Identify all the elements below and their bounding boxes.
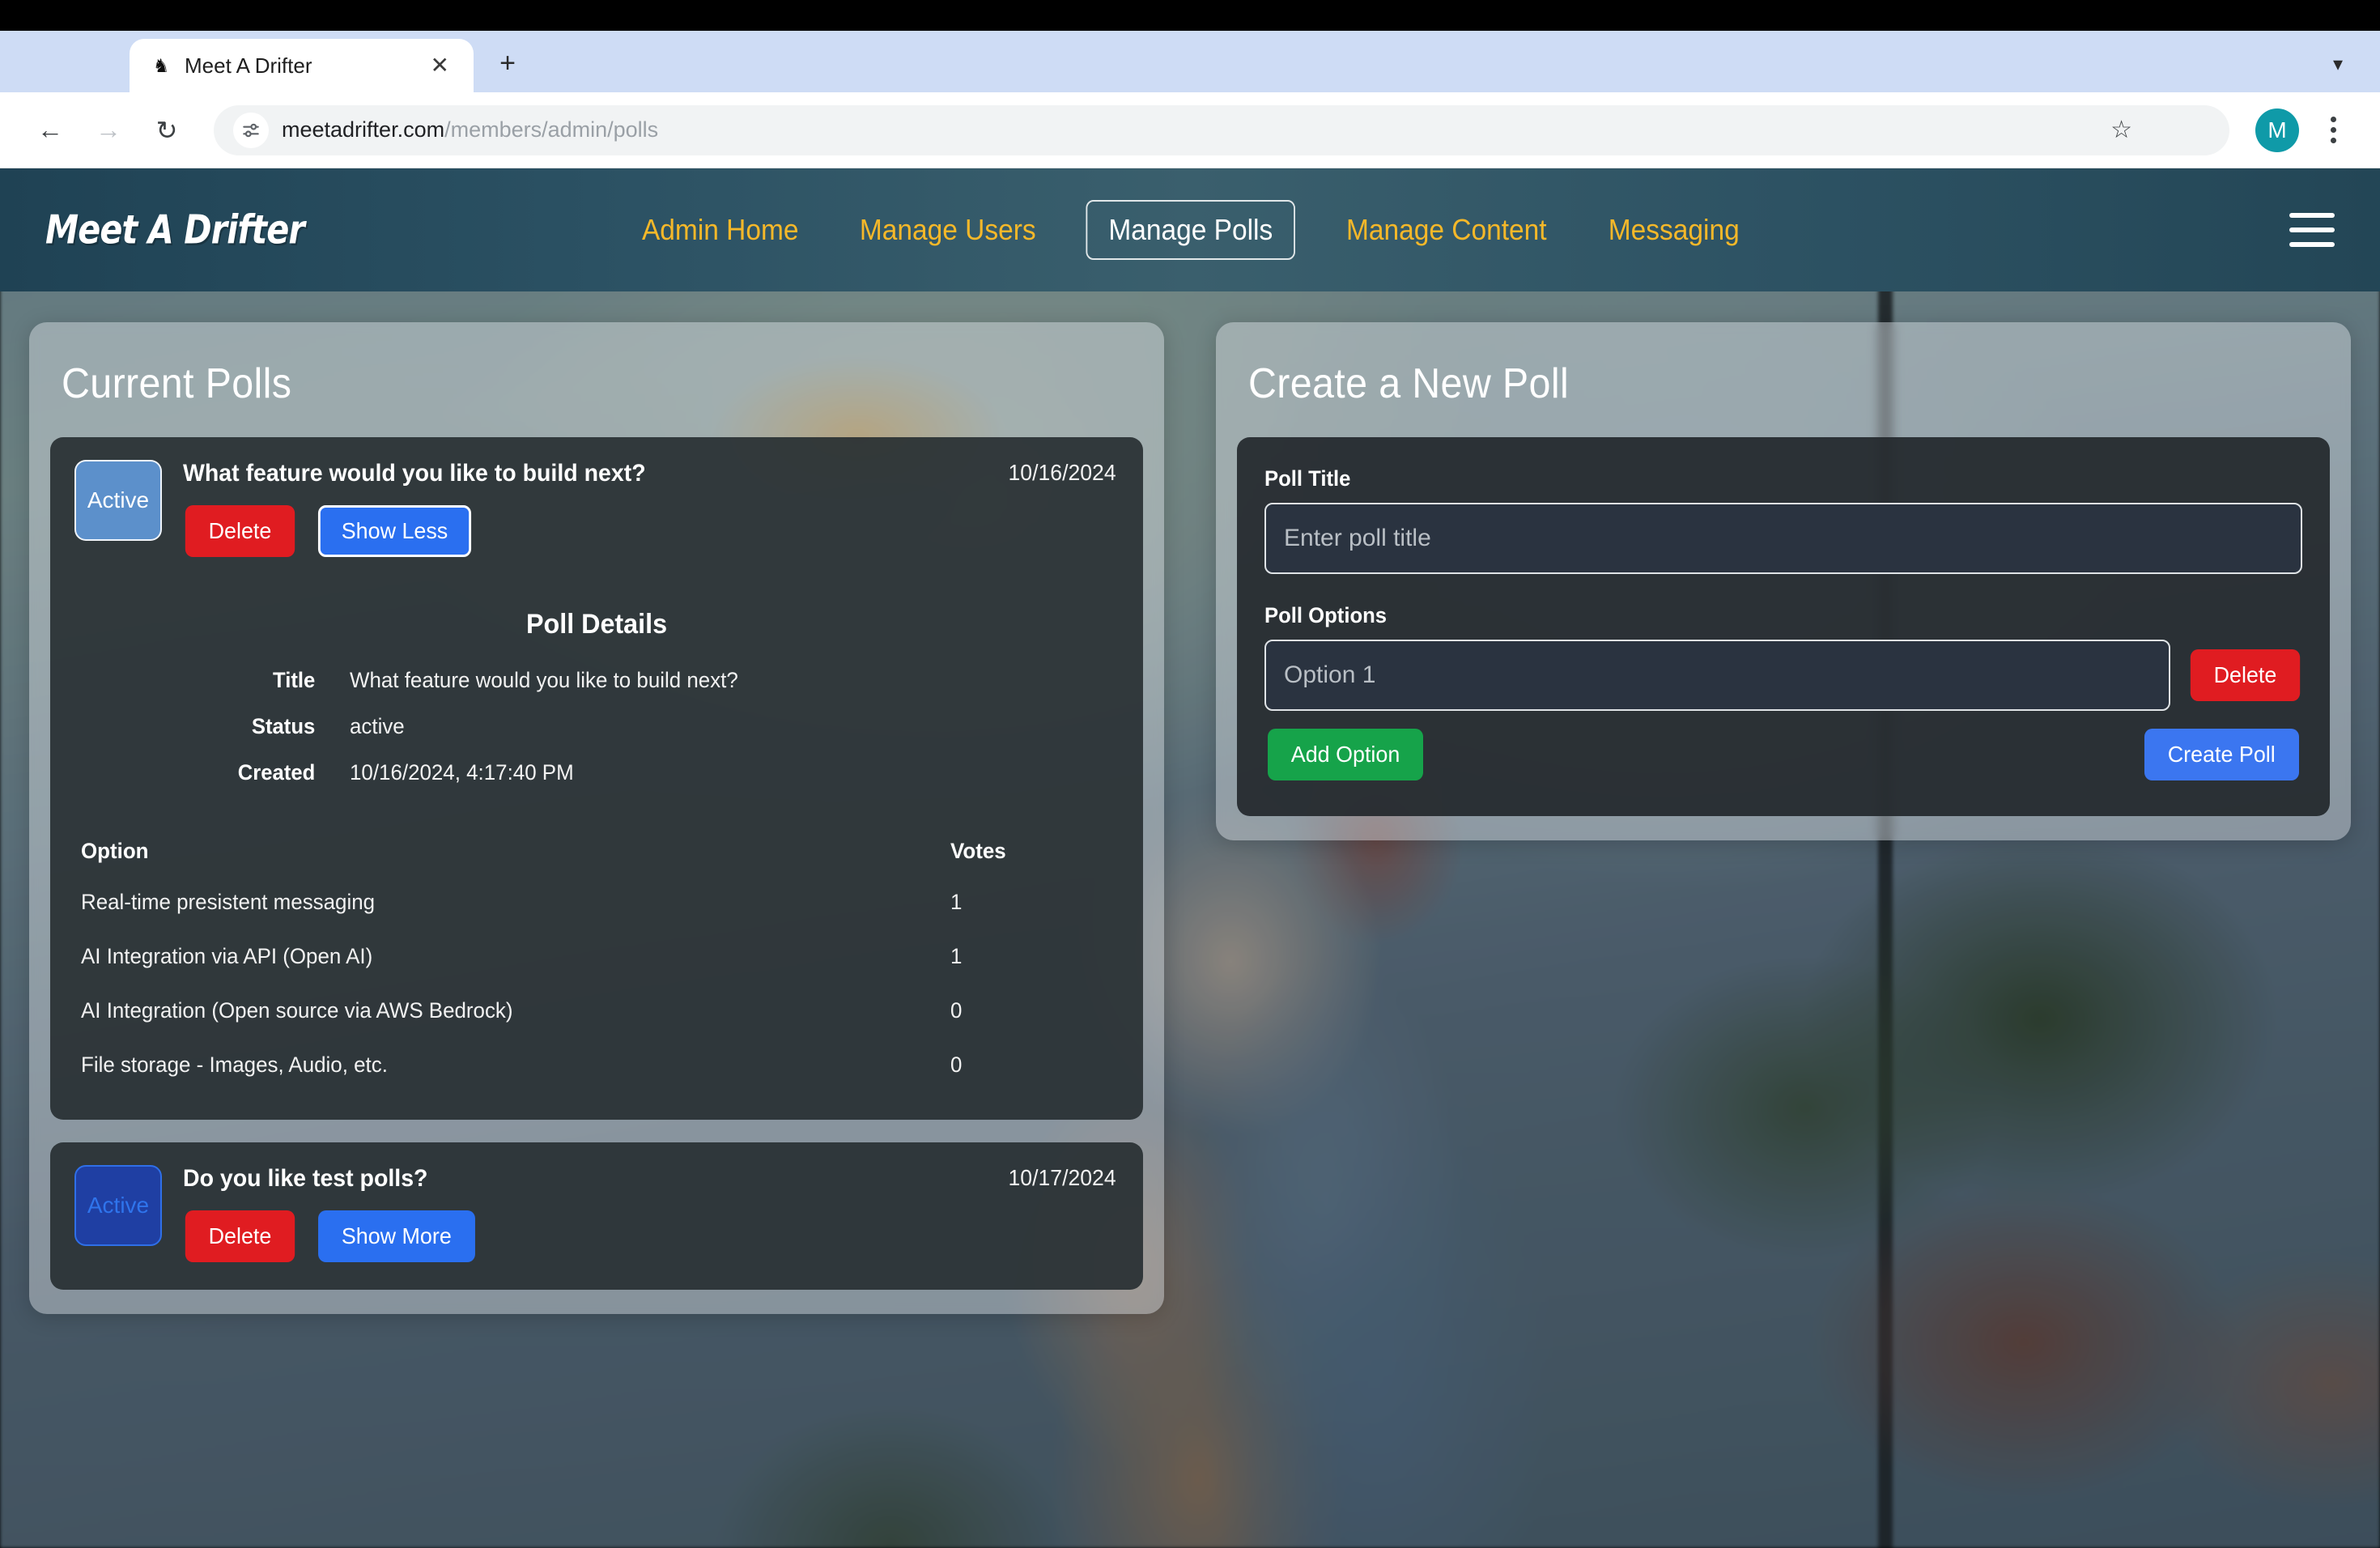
detail-label-created: Created <box>237 760 316 785</box>
poll-header-main: Do you like test polls? 10/17/2024 Delet… <box>183 1165 1119 1262</box>
kebab-menu-icon[interactable] <box>2310 105 2356 155</box>
forward-arrow-icon[interactable]: → <box>83 104 134 156</box>
poll-date: 10/16/2024 <box>1008 460 1116 485</box>
column-header-votes: Votes <box>950 839 1006 863</box>
table-row: Real-time presistent messaging 1 <box>74 875 1119 929</box>
poll-date: 10/17/2024 <box>1008 1165 1116 1190</box>
browser-omnibar: ← → ↻ meetadrifter.com/members/admin/pol… <box>0 92 2380 168</box>
current-polls-panel: Current Polls Active What feature would … <box>29 322 1164 1314</box>
table-row: File storage - Images, Audio, etc. 0 <box>74 1038 1119 1092</box>
create-poll-title: Create a New Poll <box>1248 360 1570 407</box>
chevron-down-icon[interactable]: ▾ <box>2317 44 2359 84</box>
detail-value-status: active <box>350 714 405 738</box>
os-title-bar <box>0 0 2380 31</box>
status-badge[interactable]: Active <box>74 460 162 541</box>
poll-question: Do you like test polls? <box>183 1165 428 1192</box>
tab-title: Meet A Drifter <box>185 53 312 78</box>
poll-title-row: What feature would you like to build nex… <box>183 460 1119 487</box>
brand-logo[interactable]: Meet A Drifter <box>45 206 305 253</box>
create-poll-form: Poll Title Poll Options Delete Add Optio… <box>1237 437 2330 816</box>
poll-question: What feature would you like to build nex… <box>183 460 646 487</box>
poll-header: Active Do you like test polls? 10/17/202… <box>74 1165 1119 1262</box>
detail-row: Created 10/16/2024, 4:17:40 PM <box>74 760 1119 785</box>
detail-label-status: Status <box>251 714 316 738</box>
option-name: File storage - Images, Audio, etc. <box>81 1053 388 1077</box>
plus-icon[interactable]: + <box>488 44 527 83</box>
option-votes: 0 <box>950 1053 963 1077</box>
poll-details-heading: Poll Details <box>525 609 668 640</box>
detail-value-created: 10/16/2024, 4:17:40 PM <box>350 760 574 785</box>
table-header-row: Option Votes <box>74 824 1119 875</box>
nav-messaging[interactable]: Messaging <box>1585 213 1762 247</box>
option-name: AI Integration via API (Open AI) <box>81 944 373 968</box>
option-votes: 0 <box>950 998 963 1023</box>
back-arrow-icon[interactable]: ← <box>24 104 76 156</box>
form-actions: Add Option Create Poll <box>1264 729 2302 780</box>
browser-tab[interactable]: ♞ Meet A Drifter ✕ <box>130 39 474 92</box>
create-poll-panel: Create a New Poll Poll Title Poll Option… <box>1216 322 2351 840</box>
address-bar[interactable]: meetadrifter.com/members/admin/polls ☆ <box>214 104 2229 155</box>
table-row: AI Integration via API (Open AI) 1 <box>74 929 1119 984</box>
create-poll-button[interactable]: Create Poll <box>2144 729 2300 780</box>
poll-option-row: Delete <box>1264 640 2302 711</box>
browser-tabstrip: ♞ Meet A Drifter ✕ + ▾ <box>0 31 2380 92</box>
nav-manage-users[interactable]: Manage Users <box>837 213 1059 247</box>
main-navigation: Admin Home Manage Users Manage Polls Man… <box>612 200 1769 260</box>
poll-header: Active What feature would you like to bu… <box>74 460 1119 557</box>
poll-title-input[interactable] <box>1264 503 2302 574</box>
poll-options-label: Poll Options <box>1264 603 1388 627</box>
delete-poll-button[interactable]: Delete <box>185 505 295 557</box>
detail-label-title: Title <box>273 668 316 692</box>
star-icon[interactable]: ☆ <box>2110 116 2132 144</box>
url-path: /members/admin/polls <box>444 117 659 142</box>
page-title: Current Polls <box>62 360 292 407</box>
option-name: Real-time presistent messaging <box>81 890 376 914</box>
page-viewport: Meet A Drifter Admin Home Manage Users M… <box>0 168 2380 1548</box>
form-spacer <box>1264 574 2302 603</box>
reload-icon[interactable]: ↻ <box>141 104 193 156</box>
table-row: AI Integration (Open source via AWS Bedr… <box>74 984 1119 1038</box>
site-settings-icon[interactable] <box>233 112 269 148</box>
url-domain: meetadrifter.com <box>282 117 445 142</box>
detail-row: Title What feature would you like to bui… <box>74 668 1119 693</box>
nav-manage-polls[interactable]: Manage Polls <box>1086 200 1296 260</box>
delete-option-button[interactable]: Delete <box>2190 649 2301 701</box>
rider-favicon: ♞ <box>152 54 170 76</box>
poll-header-main: What feature would you like to build nex… <box>183 460 1119 557</box>
poll-title-row: Do you like test polls? 10/17/2024 <box>183 1165 1119 1193</box>
poll-card: Active What feature would you like to bu… <box>50 437 1143 1120</box>
poll-option-input[interactable] <box>1264 640 2171 711</box>
poll-actions: Delete Show Less <box>183 505 1119 557</box>
delete-poll-button[interactable]: Delete <box>185 1210 295 1262</box>
option-votes: 1 <box>950 890 963 914</box>
url-text: meetadrifter.com/members/admin/polls <box>282 117 658 142</box>
poll-options-table: Option Votes Real-time presistent messag… <box>74 824 1119 1092</box>
avatar[interactable]: M <box>2255 108 2299 152</box>
status-badge[interactable]: Active <box>74 1165 162 1246</box>
nav-admin-home[interactable]: Admin Home <box>619 213 821 247</box>
detail-value-title: What feature would you like to build nex… <box>350 668 738 692</box>
option-name: AI Integration (Open source via AWS Bedr… <box>81 998 513 1023</box>
option-votes: 1 <box>950 944 963 968</box>
close-icon[interactable]: ✕ <box>426 54 454 77</box>
site-header: Meet A Drifter Admin Home Manage Users M… <box>0 168 2380 291</box>
poll-actions: Delete Show More <box>183 1210 1119 1262</box>
poll-card: Active Do you like test polls? 10/17/202… <box>50 1142 1143 1290</box>
toggle-details-button[interactable]: Show More <box>317 1210 475 1262</box>
hamburger-menu-icon[interactable] <box>2289 213 2335 247</box>
add-option-button[interactable]: Add Option <box>1268 729 1424 780</box>
nav-manage-content[interactable]: Manage Content <box>1324 213 1569 247</box>
poll-title-label: Poll Title <box>1264 466 1351 491</box>
detail-row: Status active <box>74 714 1119 739</box>
column-header-option: Option <box>81 839 149 863</box>
page-content: Current Polls Active What feature would … <box>0 291 2380 1548</box>
toggle-details-button[interactable]: Show Less <box>317 505 471 557</box>
